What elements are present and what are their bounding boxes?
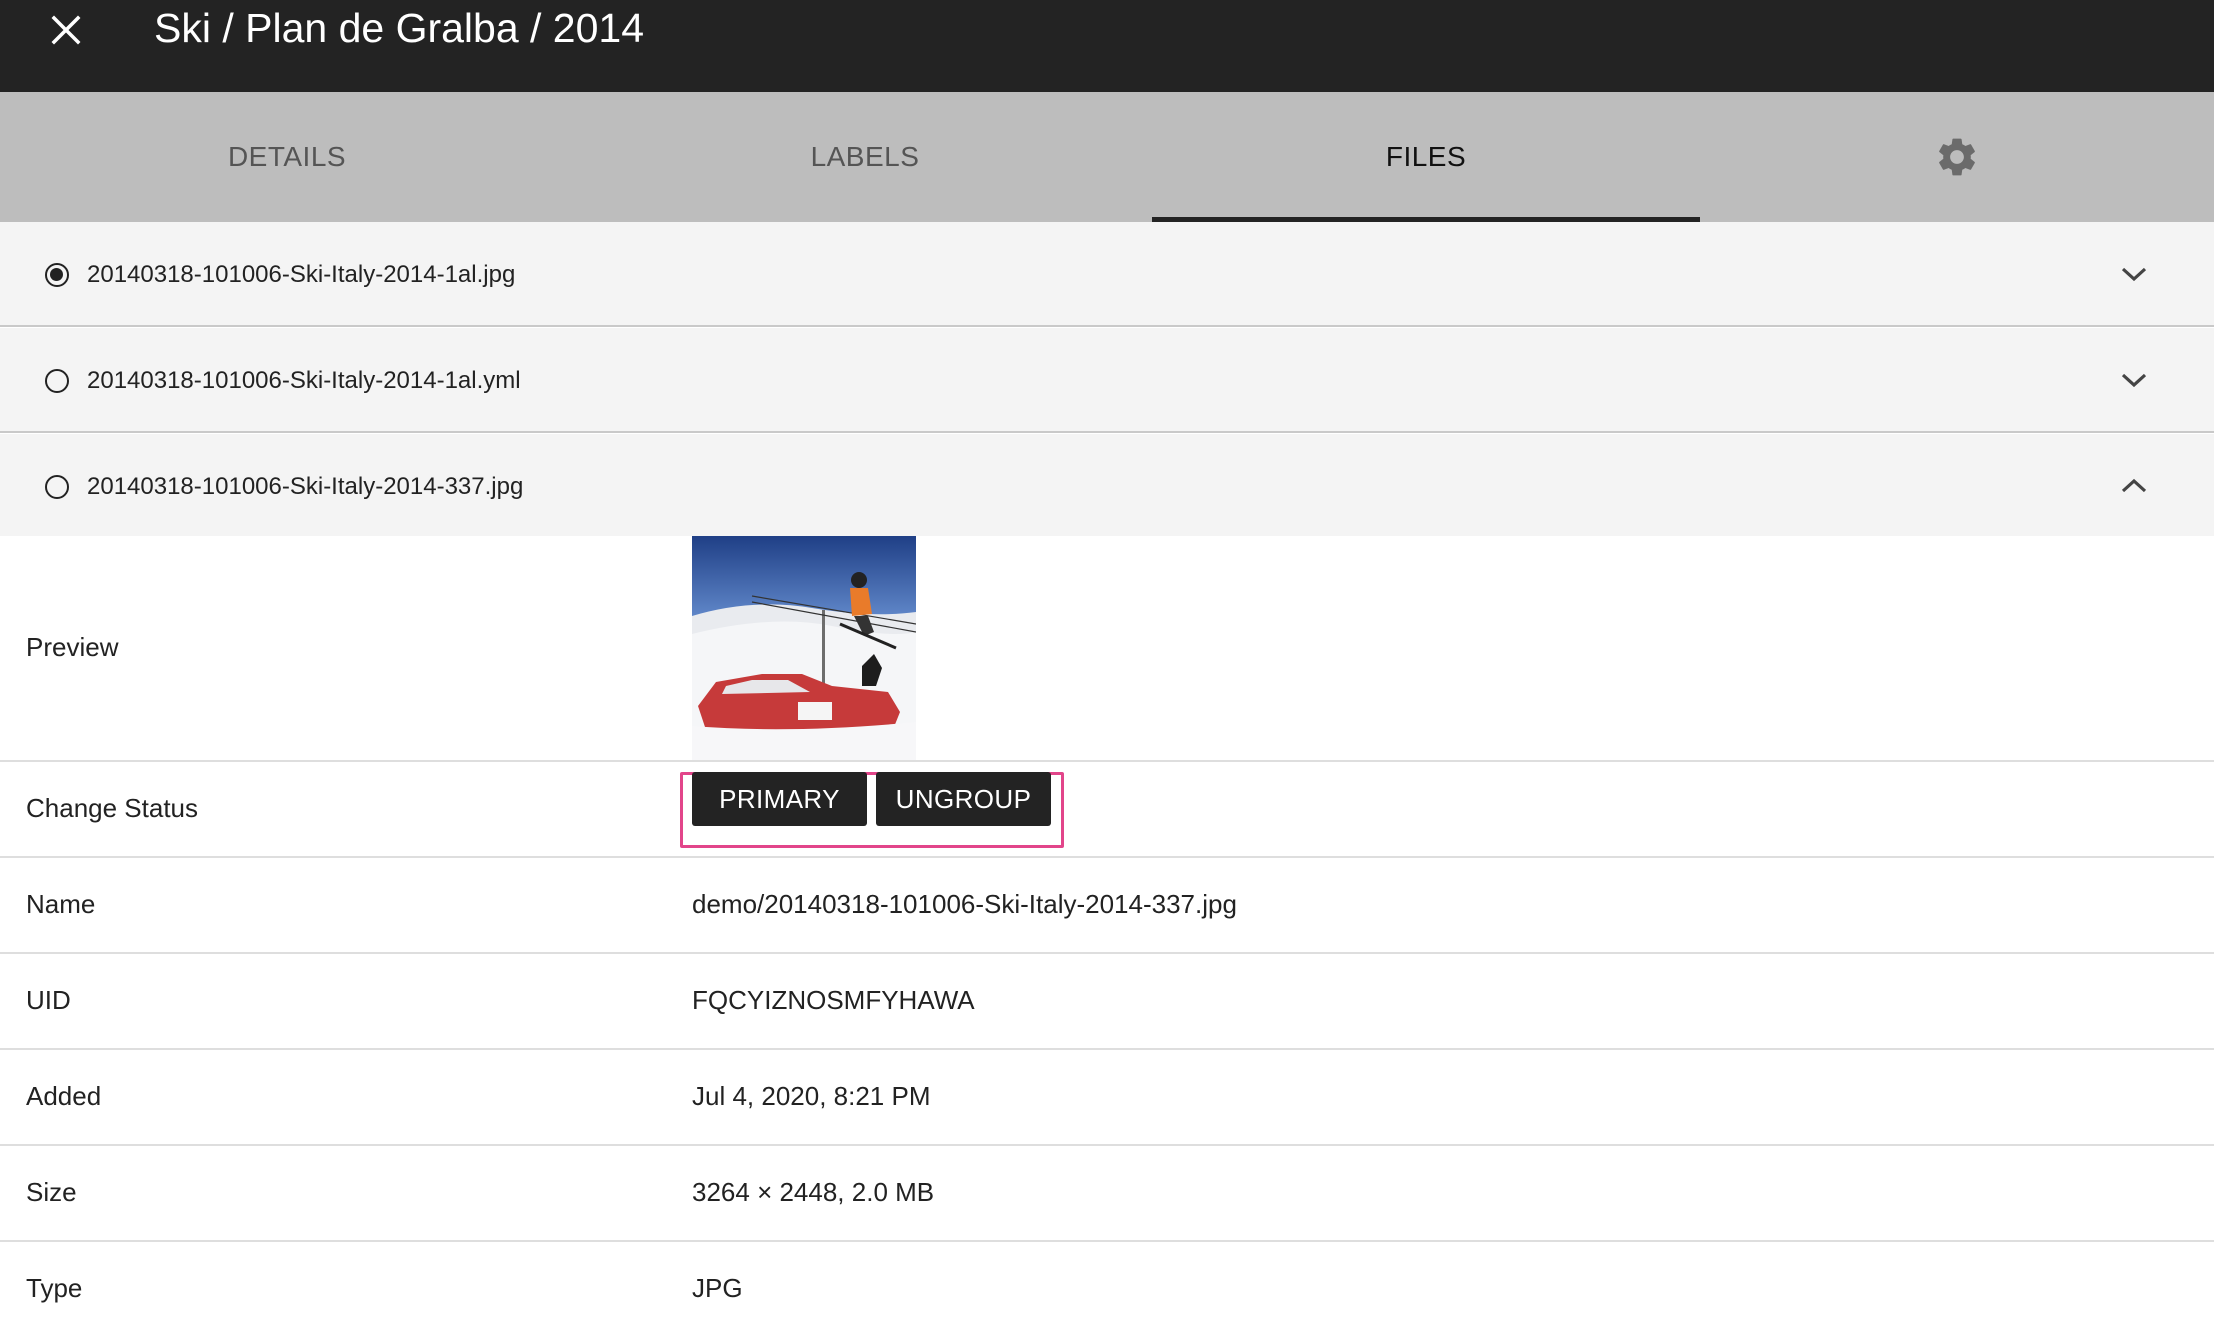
primary-radio-selected[interactable]: [45, 263, 69, 287]
preview-thumbnail[interactable]: [692, 536, 916, 760]
name-value: demo/20140318-101006-Ski-Italy-2014-337.…: [692, 889, 1237, 919]
gear-icon: [1939, 138, 1975, 176]
file-name: 20140318-101006-Ski-Italy-2014-337.jpg: [87, 473, 524, 500]
tab-labels[interactable]: LABELS: [578, 92, 1152, 222]
size-row: Size 3264 × 2448, 2.0 MB: [0, 1146, 2214, 1242]
primary-radio[interactable]: [45, 475, 69, 499]
tab-labels-label: LABELS: [810, 141, 920, 172]
added-value: Jul 4, 2020, 8:21 PM: [692, 1081, 931, 1111]
ungroup-button[interactable]: UNGROUP: [876, 772, 1051, 826]
close-icon: [51, 15, 81, 45]
name-row: Name demo/20140318-101006-Ski-Italy-2014…: [0, 858, 2214, 954]
added-label: Added: [26, 1081, 102, 1111]
file-name: 20140318-101006-Ski-Italy-2014-1al.yml: [87, 367, 521, 394]
file-row[interactable]: 20140318-101006-Ski-Italy-2014-1al.jpg: [0, 222, 2214, 327]
file-row-expanded[interactable]: 20140318-101006-Ski-Italy-2014-337.jpg: [0, 434, 2214, 539]
file-name: 20140318-101006-Ski-Italy-2014-1al.jpg: [87, 261, 516, 288]
uid-row: UID FQCYIZNOSMFYHAWA: [0, 954, 2214, 1050]
type-row: Type JPG: [0, 1242, 2214, 1324]
size-value: 3264 × 2448, 2.0 MB: [692, 1177, 935, 1207]
app-toolbar: Ski / Plan de Gralba / 2014: [0, 0, 2214, 92]
tab-bar: DETAILS LABELS FILES: [0, 92, 2214, 222]
close-button[interactable]: [40, 4, 92, 56]
size-label: Size: [26, 1177, 77, 1207]
tab-details[interactable]: DETAILS: [0, 92, 574, 222]
uid-label: UID: [26, 985, 71, 1015]
tab-details-label: DETAILS: [227, 141, 347, 172]
primary-radio[interactable]: [45, 369, 69, 393]
change-status-row: Change Status PRIMARY UNGROUP: [0, 762, 2214, 858]
type-value: JPG: [692, 1273, 743, 1303]
preview-row: Preview: [0, 536, 2214, 762]
type-label: Type: [26, 1273, 83, 1303]
added-row: Added Jul 4, 2020, 8:21 PM: [0, 1050, 2214, 1146]
change-status-label: Change Status: [26, 793, 199, 823]
chevron-down-icon[interactable]: [2116, 256, 2152, 292]
tab-settings[interactable]: [1700, 92, 2214, 222]
uid-value: FQCYIZNOSMFYHAWA: [692, 985, 975, 1015]
photo-thumbnail-image: [692, 536, 916, 760]
tab-files-label: FILES: [1385, 141, 1467, 172]
page-title: Ski / Plan de Gralba / 2014: [154, 5, 645, 51]
chevron-down-icon[interactable]: [2116, 362, 2152, 398]
primary-button[interactable]: PRIMARY: [692, 772, 867, 826]
file-row[interactable]: 20140318-101006-Ski-Italy-2014-1al.yml: [0, 328, 2214, 433]
tab-files[interactable]: FILES: [1152, 92, 1700, 222]
preview-label: Preview: [26, 632, 119, 662]
chevron-up-icon[interactable]: [2116, 468, 2152, 504]
name-label: Name: [26, 889, 96, 919]
